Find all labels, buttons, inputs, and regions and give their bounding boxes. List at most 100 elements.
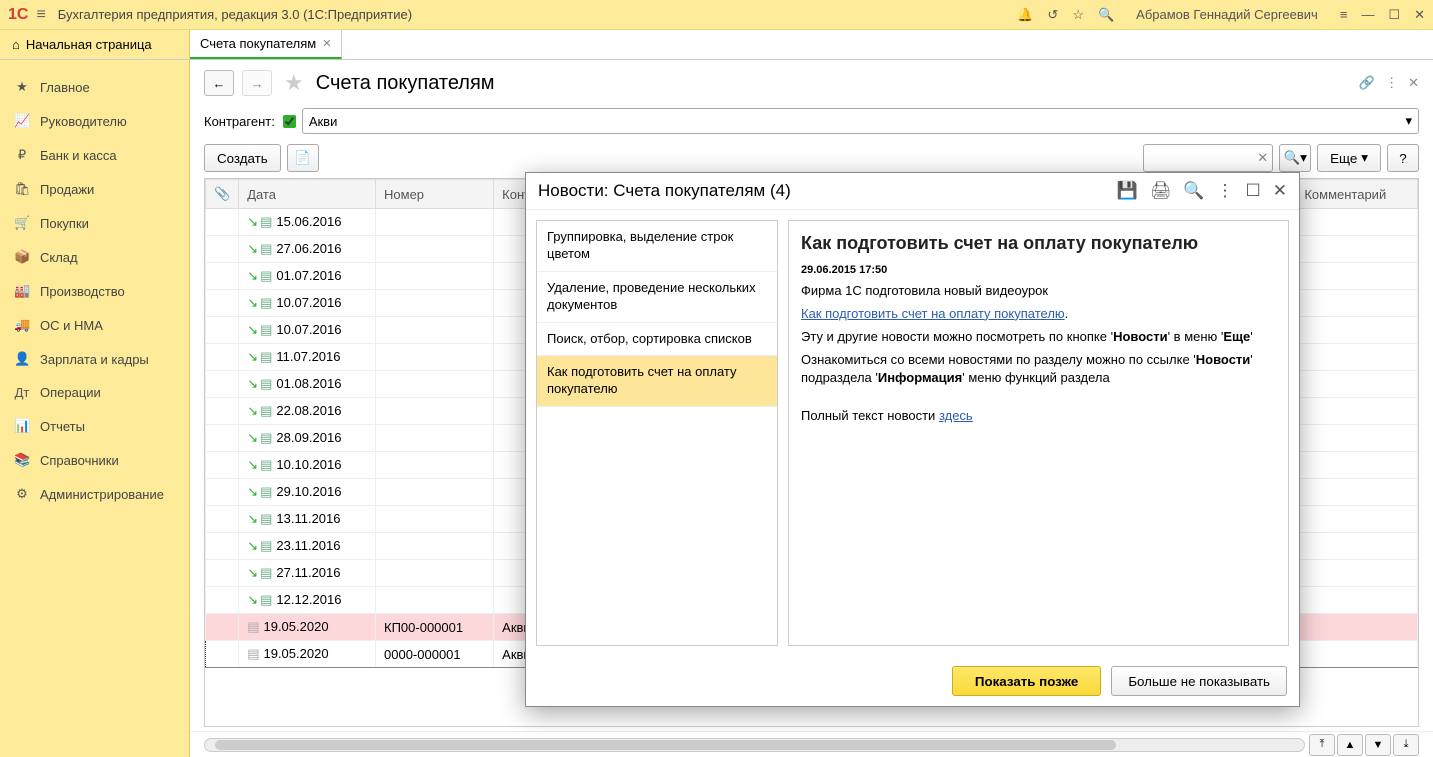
col-attach[interactable]: 📎 (206, 180, 239, 209)
tab-close-icon[interactable]: ✕ (322, 37, 331, 50)
hamburger-icon[interactable]: ≡ (36, 6, 45, 24)
copy-button[interactable]: 📄 (287, 144, 319, 172)
modal-close-icon[interactable]: ✕ (1273, 181, 1287, 201)
sidebar-item[interactable]: 🚚 ОС и НМА (0, 308, 189, 342)
home-icon: ⌂ (12, 37, 20, 52)
sidebar-label: Руководителю (40, 114, 127, 129)
kebab-icon[interactable]: ⋮ (1385, 75, 1398, 91)
search-input[interactable]: ✕ (1143, 144, 1273, 172)
news-list-item[interactable]: Как подготовить счет на оплату покупател… (537, 356, 777, 407)
sidebar-item[interactable]: 👤 Зарплата и кадры (0, 342, 189, 376)
filter-combo[interactable]: Акви ▾ (302, 108, 1419, 134)
back-button[interactable]: ← (204, 70, 234, 96)
nav-last-icon[interactable]: ⤓ (1393, 734, 1419, 756)
sidebar-label: Отчеты (40, 419, 85, 434)
sidebar-item[interactable]: 📈Руководителю (0, 104, 189, 138)
user-name[interactable]: Абрамов Геннадий Сергеевич (1136, 7, 1318, 22)
news-modal: Новости: Счета покупателям (4) 💾 🖨 🔍 ⋮ ☐… (525, 172, 1300, 707)
sidebar-item[interactable]: 🛒Покупки (0, 206, 189, 240)
news-list-item[interactable]: Группировка, выделение строк цветом (537, 221, 777, 272)
search-icon[interactable]: 🔍 (1098, 7, 1114, 23)
link-icon[interactable]: 🔗 (1359, 75, 1375, 91)
nav-down-icon[interactable]: ▼ (1365, 734, 1391, 756)
news-link2[interactable]: здесь (939, 408, 973, 423)
col-date[interactable]: Дата (239, 180, 376, 209)
col-number[interactable]: Номер (376, 180, 494, 209)
news-link1[interactable]: Как подготовить счет на оплату покупател… (801, 306, 1065, 321)
sidebar-item[interactable]: 📦 Склад (0, 240, 189, 274)
news-list-item[interactable]: Поиск, отбор, сортировка списков (537, 323, 777, 357)
forward-button[interactable]: → (242, 70, 272, 96)
modal-news-list: Группировка, выделение строк цветомУдале… (536, 220, 778, 646)
sidebar-icon: 🛒 (14, 215, 30, 231)
nav-up-icon[interactable]: ▲ (1337, 734, 1363, 756)
save-icon[interactable]: 💾 (1117, 181, 1138, 201)
maximize-icon[interactable]: ☐ (1388, 7, 1400, 23)
sidebar-icon: ★ (14, 79, 30, 95)
sidebar-icon: 📚 (14, 452, 30, 468)
sidebar-icon: 📊 (14, 418, 30, 434)
tab-home[interactable]: ⌂ Начальная страница (0, 30, 190, 59)
filter-row: Контрагент: Акви ▾ (190, 104, 1433, 138)
bell-icon[interactable]: 🔔 (1017, 7, 1033, 23)
sidebar-item[interactable]: ★ Главное (0, 70, 189, 104)
sidebar-label: Главное (40, 80, 90, 95)
minimize-icon[interactable]: — (1361, 7, 1374, 22)
app-title: Бухгалтерия предприятия, редакция 3.0 (1… (58, 7, 1017, 22)
more-button[interactable]: Еще ▾ (1317, 144, 1381, 172)
preview-icon[interactable]: 🔍 (1183, 181, 1204, 201)
sidebar-item[interactable]: 🏭Производство (0, 274, 189, 308)
modal-maximize-icon[interactable]: ☐ (1246, 181, 1261, 201)
sidebar-item[interactable]: 🛍 Продажи (0, 172, 189, 206)
help-button[interactable]: ? (1387, 144, 1419, 172)
favorite-star-icon[interactable]: ★ (284, 70, 304, 96)
modal-content: Как подготовить счет на оплату покупател… (788, 220, 1289, 646)
sidebar-label: ОС и НМА (40, 318, 103, 333)
show-later-button[interactable]: Показать позже (952, 666, 1101, 696)
modal-titlebar: Новости: Счета покупателям (4) 💾 🖨 🔍 ⋮ ☐… (526, 173, 1299, 210)
sidebar-item[interactable]: 📚 Справочники (0, 443, 189, 477)
tab-label: Счета покупателям (200, 36, 316, 51)
sidebar-label: Справочники (40, 453, 119, 468)
tab-active[interactable]: Счета покупателям ✕ (190, 30, 342, 59)
sidebar-label: Операции (40, 385, 101, 400)
close-icon[interactable]: ✕ (1414, 7, 1425, 23)
sidebar-item[interactable]: ⚙Администрирование (0, 477, 189, 511)
sidebar-icon: 🚚 (14, 317, 30, 333)
create-button[interactable]: Создать (204, 144, 281, 172)
sidebar-icon: 🏭 (14, 283, 30, 299)
news-p2: Эту и другие новости можно посмотреть по… (801, 328, 1276, 347)
history-icon[interactable]: ↺ (1047, 7, 1058, 23)
nav-first-icon[interactable]: ⤒ (1309, 734, 1335, 756)
sidebar-label: Зарплата и кадры (40, 352, 149, 367)
sidebar-label: Продажи (40, 182, 94, 197)
filter-combo-value: Акви (309, 114, 338, 129)
clear-search-icon[interactable]: ✕ (1257, 150, 1268, 166)
news-date: 29.06.2015 17:50 (801, 264, 1276, 276)
chevron-down-icon: ▾ (1405, 113, 1412, 129)
page-title: Счета покупателям (316, 72, 495, 95)
col-comment[interactable]: Комментарий (1296, 180, 1418, 209)
home-label: Начальная страница (26, 37, 152, 52)
horizontal-scrollbar[interactable] (204, 738, 1305, 752)
sidebar-item[interactable]: Дт Операции (0, 376, 189, 409)
app-logo: 1C (8, 6, 28, 24)
page-close-icon[interactable]: ✕ (1408, 75, 1419, 91)
news-p1: Фирма 1С подготовила новый видеоурок (801, 282, 1276, 301)
sidebar-icon: ⚙ (14, 486, 30, 502)
star-icon[interactable]: ☆ (1072, 7, 1084, 23)
sidebar-label: Склад (40, 250, 78, 265)
settings-icon[interactable]: ≡ (1340, 7, 1348, 22)
sidebar-icon: 📦 (14, 249, 30, 265)
dismiss-button[interactable]: Больше не показывать (1111, 666, 1287, 696)
sidebar-item[interactable]: 📊 Отчеты (0, 409, 189, 443)
sidebar-icon: 👤 (14, 351, 30, 367)
sidebar-icon: 🛍 (14, 181, 30, 197)
sidebar-item[interactable]: ₽Банк и касса (0, 138, 189, 172)
find-button[interactable]: 🔍▾ (1279, 144, 1311, 172)
print-icon[interactable]: 🖨 (1150, 181, 1172, 201)
modal-kebab-icon[interactable]: ⋮ (1217, 181, 1234, 201)
filter-checkbox[interactable] (283, 115, 296, 128)
sidebar-icon: Дт (14, 385, 30, 400)
news-list-item[interactable]: Удаление, проведение нескольких документ… (537, 272, 777, 323)
